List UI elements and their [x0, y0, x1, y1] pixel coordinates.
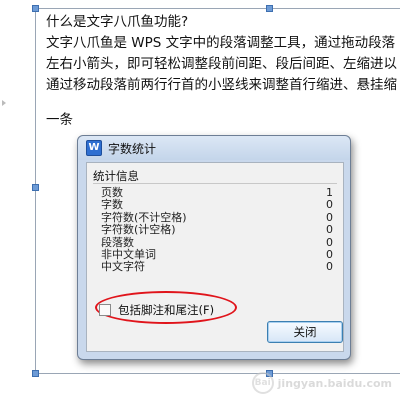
- group-divider: [93, 183, 337, 184]
- watermark: Bai jingyan.baidu.com: [251, 372, 392, 394]
- doc-line: 左右小箭头，即可轻松调整段前间距、段后间距、左缩进以: [46, 56, 397, 72]
- doc-line-heading: 什么是文字八爪鱼功能?: [46, 14, 189, 30]
- document-text[interactable]: 什么是文字八爪鱼功能? 文字八爪鱼是 WPS 文字中的段落调整工具，通过拖动段落…: [46, 12, 400, 131]
- stat-value: 0: [326, 198, 333, 212]
- stat-label: 字符数(计空格): [101, 223, 176, 237]
- watermark-text: jingyan.baidu.com: [277, 376, 392, 390]
- include-footnotes-option[interactable]: 包括脚注和尾注(F): [99, 302, 214, 318]
- wps-writer-icon: W: [86, 140, 102, 156]
- stats-group-label: 统计信息: [93, 169, 139, 183]
- ruler-marker: [2, 100, 6, 106]
- word-count-dialog: W 字数统计 统计信息 页数 1 字数 0 字符数(不计空格) 0 字符数(计空…: [77, 135, 351, 360]
- stat-row: 中文字符 0: [101, 260, 335, 274]
- resize-handle-top-center[interactable]: [266, 5, 273, 12]
- stat-row: 字数 0: [101, 198, 335, 212]
- doc-line: 一条: [46, 112, 73, 128]
- stat-row: 页数 1: [101, 186, 335, 199]
- stat-label: 字数: [101, 198, 123, 212]
- resize-handle-middle-left[interactable]: [32, 184, 39, 191]
- dialog-titlebar[interactable]: W 字数统计: [78, 136, 350, 160]
- close-button[interactable]: 关闭: [267, 321, 343, 343]
- doc-line: 文字八爪鱼是 WPS 文字中的段落调整工具，通过拖动段落: [46, 35, 396, 51]
- stat-row: 字符数(计空格) 0: [101, 223, 335, 237]
- include-footnotes-checkbox[interactable]: [99, 304, 111, 316]
- dialog-title: 字数统计: [108, 141, 157, 156]
- resize-handle-top-left[interactable]: [32, 5, 39, 12]
- baidu-paw-logo-icon: Bai: [251, 372, 274, 394]
- include-footnotes-label: 包括脚注和尾注(F): [118, 303, 215, 317]
- stat-value: 0: [326, 223, 333, 237]
- resize-handle-bottom-left[interactable]: [32, 370, 39, 377]
- doc-line: 通过移动段落前两行行首的小竖线来调整首行缩进、悬挂缩: [46, 77, 397, 93]
- stat-label: 中文字符: [101, 260, 145, 274]
- stat-value: 0: [326, 260, 333, 274]
- stats-list: 页数 1 字数 0 字符数(不计空格) 0 字符数(计空格) 0 段落数 0 非…: [101, 186, 335, 274]
- stats-panel: 统计信息 页数 1 字数 0 字符数(不计空格) 0 字符数(计空格) 0 段落…: [86, 162, 344, 352]
